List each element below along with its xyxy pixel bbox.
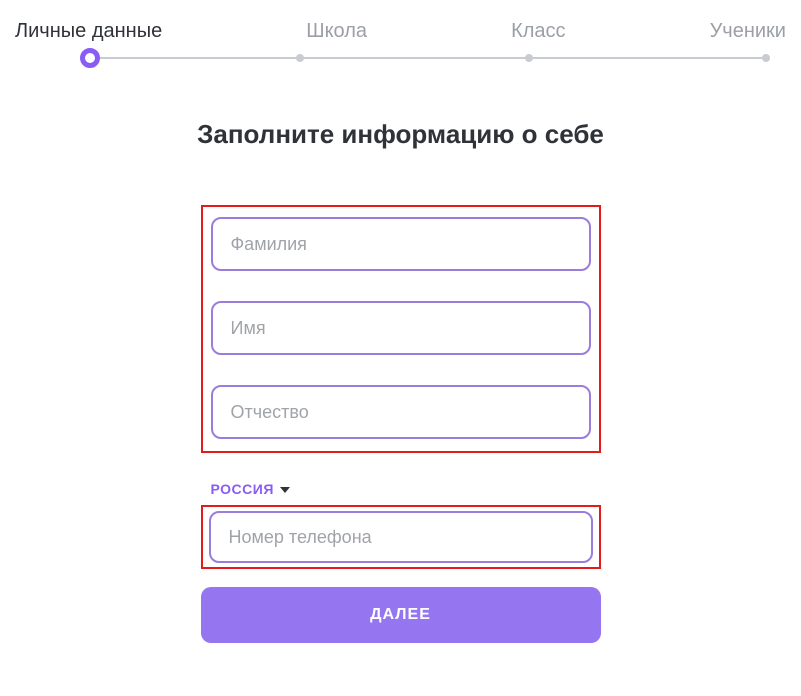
step-dot — [762, 54, 770, 62]
step-label-students[interactable]: Ученики — [710, 20, 786, 43]
country-select[interactable]: РОССИЯ — [201, 481, 290, 505]
name-fields-highlight — [201, 205, 601, 453]
step-dot-active — [80, 48, 100, 68]
middlename-input[interactable] — [211, 385, 591, 439]
next-button[interactable]: ДАЛЕЕ — [201, 587, 601, 643]
phone-input[interactable] — [209, 511, 593, 563]
step-label-class[interactable]: Класс — [511, 20, 565, 43]
step-label-school[interactable]: Школа — [306, 20, 367, 43]
stepper-track — [90, 57, 766, 59]
step-dot — [525, 54, 533, 62]
firstname-input[interactable] — [211, 301, 591, 355]
page-title: Заполните информацию о себе — [15, 119, 786, 150]
step-dot — [296, 54, 304, 62]
lastname-input[interactable] — [211, 217, 591, 271]
phone-field-highlight — [201, 505, 601, 569]
personal-info-form: РОССИЯ ДАЛЕЕ — [201, 205, 601, 643]
step-label-personal[interactable]: Личные данные — [15, 20, 162, 43]
stepper: Личные данные Школа Класс Ученики — [15, 20, 786, 59]
country-label: РОССИЯ — [211, 481, 274, 497]
chevron-down-icon — [280, 487, 290, 493]
stepper-labels: Личные данные Школа Класс Ученики — [15, 20, 786, 43]
